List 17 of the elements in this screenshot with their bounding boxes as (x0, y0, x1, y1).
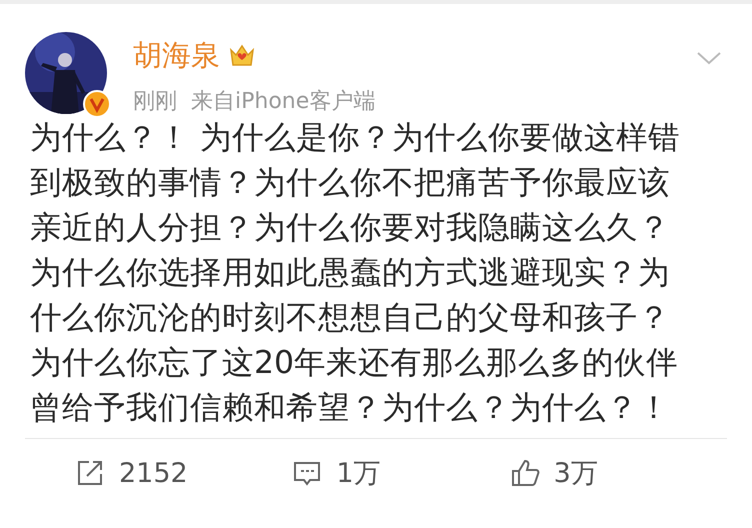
like-count[interactable]: 3万 (554, 455, 598, 491)
share-icon (75, 458, 105, 488)
post-time: 刚刚 (133, 88, 177, 116)
comment-count[interactable]: 1万 (336, 455, 381, 491)
crown-icon (228, 42, 256, 68)
verified-badge-icon (83, 90, 111, 118)
post-text-line: 曾给予我们信赖和希望？为什么？为什么？！ (30, 389, 671, 428)
chevron-down-icon[interactable] (696, 50, 722, 66)
post-text-line: 为什么你忘了这20年来还有那么那么多的伙伴 (30, 344, 680, 383)
thumbs-up-icon (510, 458, 540, 488)
post-source: 来自iPhone客户端 (191, 88, 376, 116)
post-text-line: 到极致的事情？为什么你不把痛苦予你最应该 (30, 164, 671, 203)
post-text-line: 什么你沉沦的时刻不想想自己的父母和孩子？ (30, 299, 671, 338)
post-text-line: 为什么你选择用如此愚蠢的方式逃避现实？为 (30, 254, 671, 293)
post-text-line: 亲近的人分担？为什么你要对我隐瞒这么久？ (30, 209, 671, 248)
share-count[interactable]: 2152 (119, 458, 188, 488)
post-text-line: 为什么？！ 为什么是你？为什么你要做这样错 (30, 119, 682, 158)
